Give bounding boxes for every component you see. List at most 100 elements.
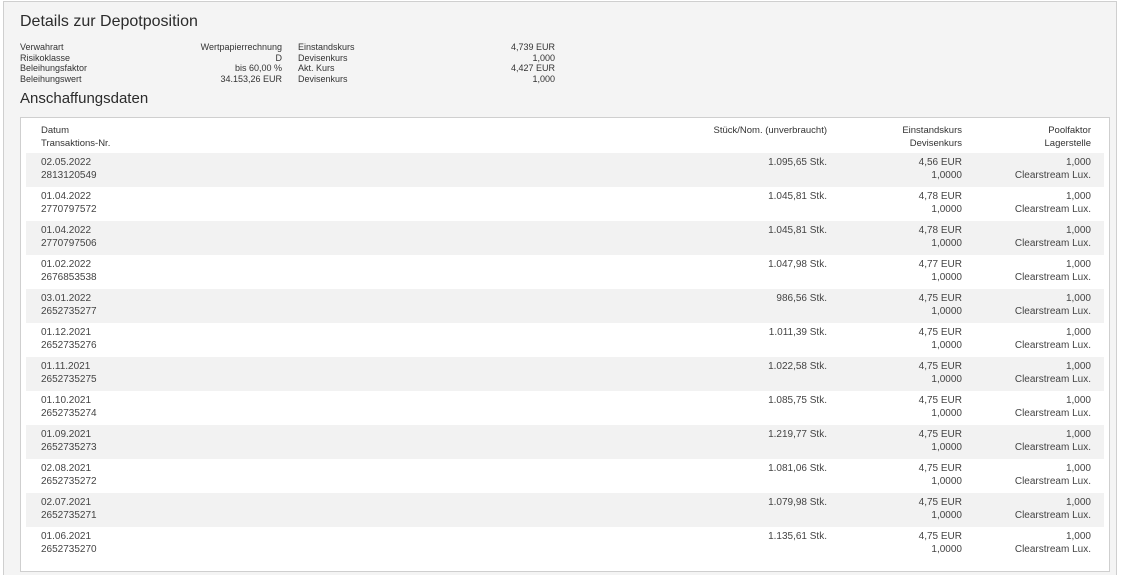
header-date-txn: Datum Transaktions-Nr. (41, 124, 110, 150)
pool-cell: 1,000 Clearstream Lux. (1015, 156, 1091, 182)
table-row[interactable]: 01.02.2022 2676853538 1.047,98 Stk. 4,77 EU… (26, 255, 1104, 289)
table-row[interactable]: 02.05.2022 2813120549 1.095,65 Stk. 4,56 EU… (26, 153, 1104, 187)
pool-cell: 1,000 Clearstream Lux. (1015, 224, 1091, 250)
quantity-cell: 1.081,06 Stk. (768, 462, 827, 475)
row-einstandskurs: 4,78 EUR (918, 191, 962, 202)
date-txn-cell: 01.04.2022 2770797506 (41, 224, 97, 250)
row-devisenkurs: 1,0000 (931, 306, 962, 317)
row-poolfaktor: 1,000 (1065, 429, 1091, 440)
pool-cell: 1,000 Clearstream Lux. (1015, 530, 1091, 556)
date-txn-cell: 01.04.2022 2770797572 (41, 190, 97, 216)
row-lagerstelle: Clearstream Lux. (1014, 272, 1091, 283)
detail-label: Beleihungsfaktor (20, 63, 88, 74)
header-datum: Datum (41, 125, 69, 136)
row-einstandskurs: 4,75 EUR (918, 327, 962, 338)
row-devisenkurs: 1,0000 (931, 340, 962, 351)
row-date: 01.06.2021 (41, 531, 92, 542)
date-txn-cell: 01.09.2021 2652735273 (41, 428, 97, 454)
row-einstandskurs: 4,78 EUR (918, 225, 962, 236)
pool-cell: 1,000 Clearstream Lux. (1015, 428, 1091, 454)
row-transaction-number: 2652735273 (41, 442, 97, 453)
row-transaction-number: 2652735276 (41, 340, 97, 351)
acquisition-table: Datum Transaktions-Nr. Stück/Nom. (unver… (20, 117, 1110, 572)
header-pool: Poolfaktor Lagerstelle (1045, 124, 1091, 150)
row-poolfaktor: 1,000 (1065, 395, 1091, 406)
row-devisenkurs: 1,0000 (931, 204, 962, 215)
quantity-cell: 1.095,65 Stk. (768, 156, 827, 169)
detail-value: 4,427 EUR (510, 63, 555, 74)
date-txn-cell: 01.06.2021 2652735270 (41, 530, 97, 556)
header-transaktion: Transaktions-Nr. (41, 138, 111, 149)
pool-cell: 1,000 Clearstream Lux. (1015, 360, 1091, 386)
row-devisenkurs: 1,0000 (931, 476, 962, 487)
pool-cell: 1,000 Clearstream Lux. (1015, 190, 1091, 216)
row-date: 03.01.2022 (41, 293, 92, 304)
row-poolfaktor: 1,000 (1065, 463, 1091, 474)
row-quantity: 1.022,58 Stk. (768, 361, 827, 372)
detail-value: 4,739 EUR (510, 42, 555, 52)
detail-row: Beleihungsfaktor bis 60,00 % Akt. Kurs 4… (20, 63, 555, 74)
row-poolfaktor: 1,000 (1065, 225, 1091, 236)
row-einstandskurs: 4,75 EUR (918, 429, 962, 440)
row-quantity: 1.045,81 Stk. (768, 191, 827, 202)
row-lagerstelle: Clearstream Lux. (1014, 476, 1091, 487)
header-quantity: Stück/Nom. (unverbraucht) (713, 124, 827, 137)
row-quantity: 1.079,98 Stk. (768, 497, 827, 508)
detail-row: Verwahrart Wertpapierrechnung Einstandsk… (20, 42, 555, 53)
rate-cell: 4,75 EUR 1,0000 (919, 530, 962, 556)
row-quantity: 1.219,77 Stk. (768, 429, 827, 440)
table-row[interactable]: 01.09.2021 2652735273 1.219,77 Stk. 4,75 EU… (26, 425, 1104, 459)
row-date: 01.02.2022 (41, 259, 92, 270)
detail-label: Einstandskurs (298, 42, 355, 52)
detail-label: Beleihungswert (20, 73, 82, 84)
row-lagerstelle: Clearstream Lux. (1014, 238, 1091, 249)
row-date: 02.07.2021 (41, 497, 92, 508)
row-quantity: 1.085,75 Stk. (768, 395, 827, 406)
row-transaction-number: 2676853538 (41, 272, 97, 283)
row-quantity: 986,56 Stk. (776, 293, 827, 304)
table-row[interactable]: 01.04.2022 2770797506 1.045,81 Stk. 4,78 EU… (26, 221, 1104, 255)
row-poolfaktor: 1,000 (1065, 191, 1091, 202)
row-einstandskurs: 4,75 EUR (918, 395, 962, 406)
row-devisenkurs: 1,0000 (931, 374, 962, 385)
row-devisenkurs: 1,0000 (931, 238, 962, 249)
header-einstandskurs: Einstandskurs (902, 125, 962, 136)
quantity-cell: 1.011,39 Stk. (769, 326, 827, 339)
detail-label: Devisenkurs (298, 52, 348, 63)
header-stueck: Stück/Nom. (unverbraucht) (713, 125, 827, 136)
header-lagerstelle: Lagerstelle (1044, 138, 1091, 149)
row-devisenkurs: 1,0000 (931, 544, 962, 555)
table-row[interactable]: 03.01.2022 2652735277 986,56 Stk. 4,75 EUR 1… (26, 289, 1104, 323)
quantity-cell: 1.135,61 Stk. (768, 530, 827, 543)
table-row[interactable]: 01.06.2021 2652735270 1.135,61 Stk. 4,75 EU… (26, 527, 1104, 561)
row-einstandskurs: 4,56 EUR (918, 157, 962, 168)
detail-value: 1,000 (532, 52, 555, 63)
row-poolfaktor: 1,000 (1065, 361, 1091, 372)
rate-cell: 4,75 EUR 1,0000 (919, 360, 962, 386)
detail-value: bis 60,00 % (234, 63, 282, 74)
pool-cell: 1,000 Clearstream Lux. (1015, 326, 1091, 352)
table-row[interactable]: 02.07.2021 2652735271 1.079,98 Stk. 4,75 EU… (26, 493, 1104, 527)
row-lagerstelle: Clearstream Lux. (1014, 306, 1091, 317)
rate-cell: 4,77 EUR 1,0000 (919, 258, 962, 284)
detail-label: Risikoklasse (20, 52, 71, 63)
table-row[interactable]: 01.04.2022 2770797572 1.045,81 Stk. 4,78 EU… (26, 187, 1104, 221)
table-row[interactable]: 01.12.2021 2652735276 1.011,39 Stk. 4,75 EU… (26, 323, 1104, 357)
quantity-cell: 1.219,77 Stk. (768, 428, 827, 441)
quantity-cell: 1.045,81 Stk. (768, 224, 827, 237)
header-poolfaktor: Poolfaktor (1048, 125, 1091, 136)
row-quantity: 1.047,98 Stk. (768, 259, 827, 270)
row-transaction-number: 2652735277 (41, 306, 97, 317)
row-date: 01.12.2021 (41, 327, 92, 338)
row-einstandskurs: 4,77 EUR (918, 259, 962, 270)
quantity-cell: 1.022,58 Stk. (768, 360, 827, 373)
position-details: Verwahrart Wertpapierrechnung Einstandsk… (20, 42, 555, 84)
table-header: Datum Transaktions-Nr. Stück/Nom. (unver… (21, 122, 1109, 152)
table-row[interactable]: 01.11.2021 2652735275 1.022,58 Stk. 4,75 EU… (26, 357, 1104, 391)
date-txn-cell: 02.08.2021 2652735272 (41, 462, 97, 488)
table-row[interactable]: 01.10.2021 2652735274 1.085,75 Stk. 4,75 EU… (26, 391, 1104, 425)
table-row[interactable]: 02.08.2021 2652735272 1.081,06 Stk. 4,75 EU… (26, 459, 1104, 493)
row-devisenkurs: 1,0000 (931, 442, 962, 453)
date-txn-cell: 01.11.2021 2652735275 (41, 360, 97, 386)
row-poolfaktor: 1,000 (1065, 259, 1091, 270)
